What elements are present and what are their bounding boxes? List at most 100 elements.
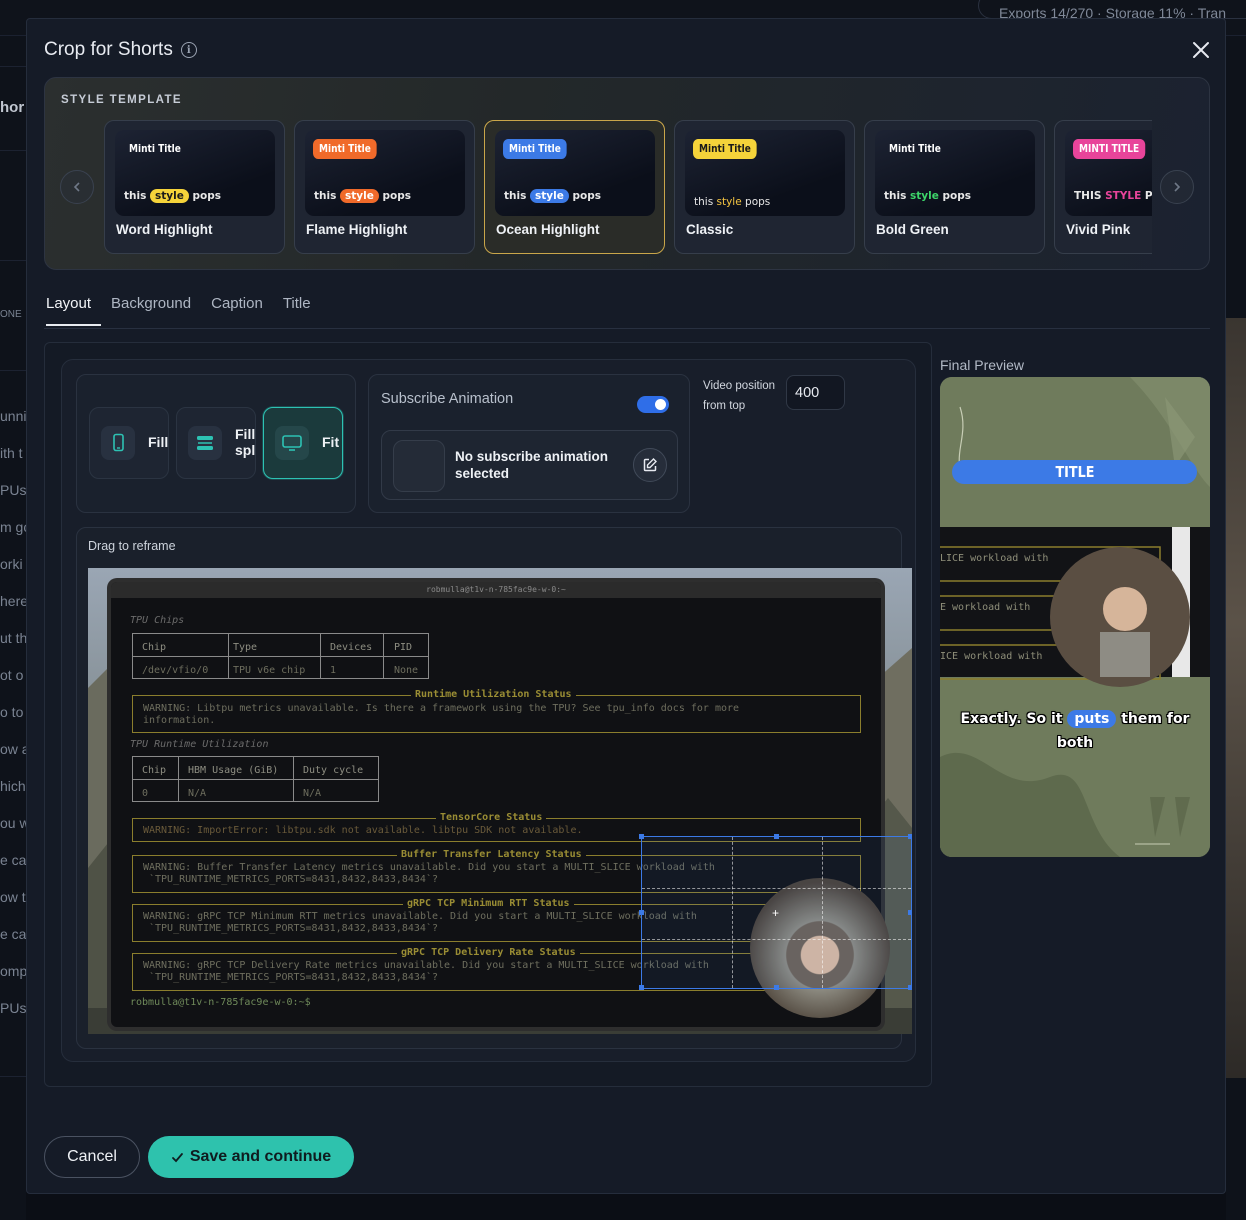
layout-editor-panel: Fill Fill split Fit Subscribe Animation [44, 342, 932, 1087]
edit-icon[interactable] [633, 448, 667, 482]
template-preview: MINTI TITLE THIS STYLE POPS [1065, 130, 1152, 216]
subscribe-animation-thumbnail [393, 440, 445, 492]
layout-option-fill[interactable]: Fill [89, 407, 169, 479]
background-text: here [0, 593, 26, 609]
terminal-text: WARNING: Libtpu metrics unavailable. Is … [143, 703, 740, 714]
terminal-text: /dev/vfio/0 [142, 665, 209, 676]
terminal-text: TensorCore Status [436, 812, 547, 823]
crop-handle[interactable] [908, 985, 912, 990]
terminal-text: information. [143, 715, 216, 726]
template-card[interactable]: Minti Title this style pops Classic [674, 120, 855, 254]
terminal-text: Buffer Transfer Latency Status [397, 849, 586, 860]
caption-highlight: STYLE [1105, 190, 1142, 202]
caption-text: pops [938, 190, 971, 202]
video-position-input[interactable] [786, 375, 845, 410]
terminal-text: TPU Runtime Utilization [130, 739, 269, 750]
background-sidebar: hor ONE unni ith t PUs m go orki here ut… [0, 36, 26, 1220]
template-name: Vivid Pink [1066, 222, 1131, 237]
template-card[interactable]: Minti Title this style pops Flame Highligh… [294, 120, 475, 254]
divider [0, 370, 26, 371]
background-text: m go [0, 519, 26, 535]
preview-background [940, 377, 1210, 857]
layout-option-label: Fill [148, 434, 169, 450]
reframe-label: Drag to reframe [88, 539, 176, 553]
template-card[interactable]: Minti Title this style pops Bold Green [864, 120, 1045, 254]
caption-text: this [314, 190, 340, 202]
background-text: ONE [0, 309, 22, 320]
template-card[interactable]: MINTI TITLE THIS STYLE POPS Vivid Pink [1054, 120, 1152, 254]
divider [0, 1076, 26, 1077]
terminal-text: Type [233, 642, 258, 653]
tab-background[interactable]: Background [101, 295, 201, 326]
template-title-badge: Minti Title [503, 139, 567, 159]
crop-selection[interactable]: + [639, 834, 912, 990]
template-card[interactable]: Minti Title this style pops Ocean Highligh… [484, 120, 665, 254]
divider [0, 66, 26, 67]
crop-handle[interactable] [774, 834, 779, 839]
layout-option-label: Fit [322, 434, 340, 450]
tab-title[interactable]: Title [273, 295, 321, 326]
caption-highlight: style [716, 196, 742, 208]
template-card[interactable]: Minti Title this style pops Word Highlight [104, 120, 285, 254]
caption-text: this [694, 196, 717, 208]
template-preview: Minti Title this style pops [305, 130, 465, 216]
template-preview: Minti Title this style pops [495, 130, 655, 216]
style-template-panel: STYLE TEMPLATE Minti Title this style pop… [44, 77, 1210, 270]
crop-handle[interactable] [639, 985, 644, 990]
terminal-text: WARNING: gRPC TCP Delivery Rate metrics … [143, 960, 709, 971]
save-and-continue-button[interactable]: Save and continue [148, 1136, 354, 1178]
template-caption-sample: this style pops [884, 190, 971, 202]
tab-caption[interactable]: Caption [201, 295, 273, 326]
template-name: Word Highlight [116, 222, 213, 237]
tab-layout[interactable]: Layout [44, 295, 102, 326]
preview-terminal-line: ICE workload with [940, 651, 1043, 662]
template-name: Flame Highlight [306, 222, 408, 237]
terminal-text: Runtime Utilization Status [411, 689, 576, 700]
crop-handle[interactable] [908, 910, 912, 915]
background-text: ot o [0, 667, 24, 683]
chevron-right-icon[interactable] [1160, 170, 1194, 204]
terminal-text: Duty cycle [303, 765, 364, 776]
terminal-text: None [394, 665, 419, 676]
subscribe-animation-card[interactable]: No subscribe animation selected [381, 430, 678, 500]
terminal-text: Chip [142, 765, 167, 776]
chevron-left-icon[interactable] [60, 170, 94, 204]
layout-option-fit[interactable]: Fit [263, 407, 343, 479]
terminal-text: `TPU_RUNTIME_METRICS_PORTS=8431,8432,843… [149, 874, 438, 885]
style-template-heading: STYLE TEMPLATE [61, 94, 182, 106]
split-icon [188, 426, 222, 460]
close-icon[interactable] [1189, 38, 1213, 62]
terminal-text: Devices [330, 642, 373, 653]
table-divider [178, 757, 179, 801]
cancel-button[interactable]: Cancel [44, 1136, 140, 1178]
table-divider [228, 634, 229, 678]
caption-text: pops [741, 196, 771, 208]
template-title-badge: Minti Title [693, 139, 757, 159]
layout-option-fill-split[interactable]: Fill split [176, 407, 256, 479]
subscribe-animation-title: Subscribe Animation [381, 391, 514, 407]
background-text: ou w [0, 815, 26, 831]
crop-modal: Crop for Shorts i STYLE TEMPLATE Minti T… [26, 18, 1226, 1194]
template-caption-sample: this style pops [314, 189, 411, 203]
crop-handle[interactable] [639, 910, 644, 915]
layout-editor-inner: Fill Fill split Fit Subscribe Animation [61, 359, 916, 1062]
info-icon[interactable]: i [180, 42, 197, 58]
background-text: unni [0, 408, 26, 424]
crop-handle[interactable] [908, 834, 912, 839]
tabs-divider [44, 328, 1210, 329]
caption-text: POPS [1144, 190, 1152, 202]
background-text: hor [0, 99, 25, 116]
crop-handle[interactable] [774, 985, 779, 990]
caption-text: pops [378, 190, 411, 202]
crop-handle[interactable] [639, 834, 644, 839]
terminal-text: `TPU_RUNTIME_METRICS_PORTS=8431,8432,843… [149, 923, 438, 934]
monitor-icon [275, 426, 309, 460]
template-name: Classic [686, 222, 734, 237]
caption-highlight: style [530, 189, 569, 203]
subscribe-animation-status: No subscribe animation selected [455, 449, 609, 481]
preview-caption: Exactly. So it puts them for both [950, 707, 1200, 755]
modal-title: Crop for Shorts i [44, 39, 197, 61]
reframe-canvas[interactable]: robmulla@t1v-n-785fac9e-w-0:~ TPU Chips … [88, 568, 912, 1034]
template-preview: Minti Title this style pops [115, 130, 275, 216]
subscribe-animation-toggle[interactable] [637, 396, 669, 413]
